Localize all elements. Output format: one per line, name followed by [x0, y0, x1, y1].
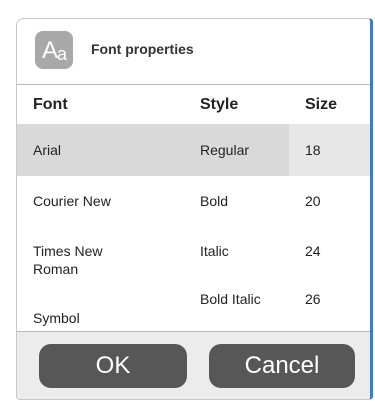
cell-style: Regular — [200, 142, 250, 158]
ok-button[interactable]: OK — [39, 344, 187, 388]
font-properties-dialog: Aa Font properties Font Style Size Arial… — [16, 18, 373, 400]
cancel-button[interactable]: Cancel — [209, 344, 355, 388]
cell-size: 18 — [305, 142, 321, 158]
cell-size-container: 24 — [289, 228, 370, 280]
font-icon-glyph-large: A — [41, 37, 58, 64]
font-icon-glyph-small: a — [57, 44, 67, 64]
cell-font: Times New Roman — [33, 243, 103, 277]
table-row[interactable]: Courier New Bold 20 — [17, 176, 370, 228]
cell-size: 24 — [305, 243, 321, 259]
cell-style: Bold — [200, 193, 229, 209]
cell-size: 20 — [305, 193, 321, 209]
dialog-footer: OK Cancel — [17, 331, 370, 399]
cell-font: Courier New — [33, 193, 111, 209]
dialog-header: Aa Font properties — [17, 19, 370, 84]
table-header: Font Style Size — [17, 84, 370, 124]
cell-size-container: 26 — [289, 280, 370, 331]
cell-style: Italic — [200, 243, 229, 259]
column-header-font[interactable]: Font — [33, 96, 68, 114]
column-header-size[interactable]: Size — [305, 96, 337, 114]
cell-size-container: 20 — [289, 176, 370, 228]
cell-size: 26 — [305, 291, 321, 307]
cell-size-container: 18 — [289, 124, 370, 176]
cell-style: Bold Italic — [200, 291, 261, 307]
table-row[interactable]: Times New Roman Italic 24 — [17, 228, 370, 280]
dialog-title: Font properties — [91, 41, 194, 57]
table-row[interactable]: Arial Regular 18 — [17, 124, 370, 176]
column-header-style[interactable]: Style — [200, 96, 238, 114]
cell-font: Arial — [33, 142, 62, 158]
font-icon: Aa — [35, 31, 73, 69]
table-row[interactable]: Symbol Bold Italic 26 — [17, 280, 370, 331]
cell-font: Symbol — [33, 310, 80, 326]
